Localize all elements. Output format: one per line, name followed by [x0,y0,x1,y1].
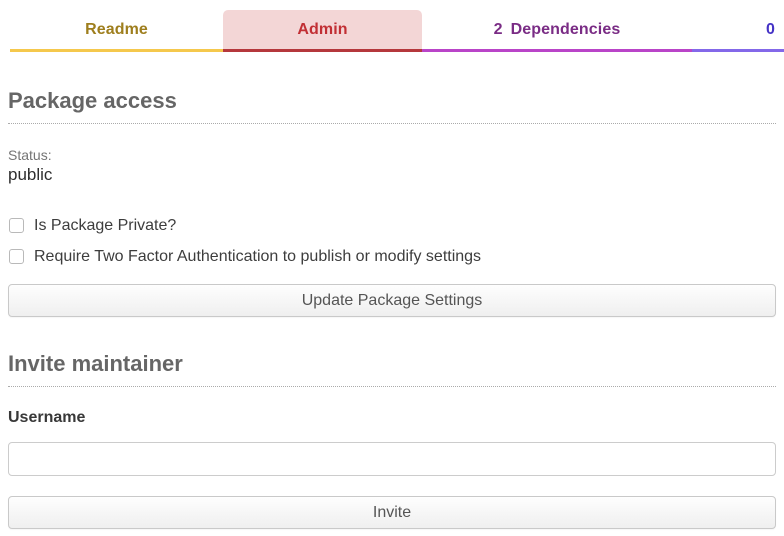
update-package-settings-button[interactable]: Update Package Settings [8,284,776,317]
status-value: public [8,164,776,185]
package-tab-bar: Readme Admin 2 Dependencies 0 [0,10,784,55]
section-divider [8,123,776,124]
invite-maintainer-heading: Invite maintainer [8,351,776,377]
require-2fa-row[interactable]: Require Two Factor Authentication to pub… [8,247,776,266]
package-access-heading: Package access [8,88,776,114]
section-divider [8,386,776,387]
require-2fa-label: Require Two Factor Authentication to pub… [34,247,481,266]
status-label: Status: [8,147,776,164]
tab-dependencies[interactable]: 2 Dependencies [422,10,692,52]
is-package-private-checkbox[interactable] [9,218,24,233]
package-settings-options: Is Package Private? Require Two Factor A… [8,216,776,266]
tab-dependencies-label: Dependencies [511,21,621,39]
tab-readme[interactable]: Readme [10,10,223,52]
admin-panel: Package access Status: public Is Package… [0,88,784,529]
username-label: Username [8,408,776,427]
tab-dependents-count: 0 [766,21,775,39]
tab-admin-label: Admin [297,21,347,39]
tab-readme-label: Readme [85,21,148,39]
tab-admin[interactable]: Admin [223,10,422,52]
invite-button[interactable]: Invite [8,496,776,529]
tab-dependencies-count: 2 [494,21,503,39]
is-package-private-label: Is Package Private? [34,216,176,235]
tab-dependents[interactable]: 0 [692,10,784,52]
require-2fa-checkbox[interactable] [9,249,24,264]
username-input[interactable] [8,442,776,476]
is-package-private-row[interactable]: Is Package Private? [8,216,776,235]
